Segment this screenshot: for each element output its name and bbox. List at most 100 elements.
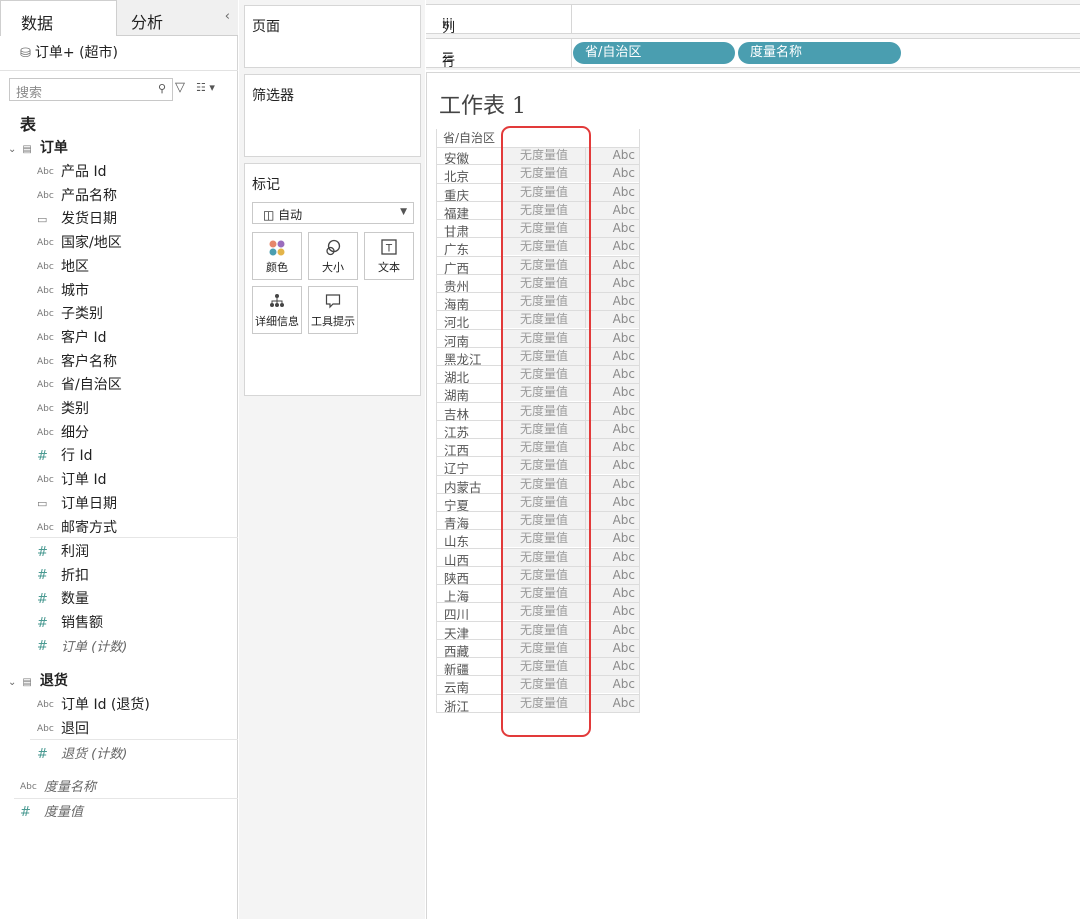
detail-button[interactable]: 详细信息 — [252, 286, 302, 334]
worksheet-title: 工作表 1 — [439, 94, 526, 119]
field-item[interactable]: # 折扣 — [37, 565, 89, 587]
columns-shelf[interactable]: iii 列 — [426, 4, 1080, 36]
field-item[interactable]: Abc 退回 — [37, 718, 89, 740]
field-item[interactable]: Abc 订单 Id (退货) — [37, 694, 150, 716]
table-icon: ▤ — [22, 144, 32, 155]
abc-cell: Abc — [586, 694, 639, 712]
tooltip-label: 工具提示 — [311, 315, 355, 328]
worksheet[interactable]: 工作表 1 省/自治区 安徽 无度量值 Abc 北京 无度量值 Abc 重庆 无度量值 Abc 福… — [426, 72, 1080, 919]
grid-line — [639, 129, 640, 713]
tooltip-button[interactable]: 工具提示 — [308, 286, 358, 334]
field-item[interactable]: # 利润 — [37, 541, 89, 563]
columns-shelf-label: iii 列 — [426, 5, 572, 36]
province-cell: 北京 — [444, 169, 470, 185]
text-label: 文本 — [378, 261, 400, 274]
pages-card[interactable]: 页面 — [244, 5, 421, 68]
field-item[interactable]: # 退货 (计数) — [37, 743, 127, 765]
field-item[interactable]: Abc 城市 — [37, 280, 89, 302]
string-type-icon: Abc — [37, 261, 54, 272]
field-name: 产品 Id — [61, 164, 107, 180]
field-item[interactable]: Abc 子类别 — [37, 303, 103, 325]
field-name: 度量名称 — [44, 780, 97, 795]
field-item[interactable]: Abc 度量名称 — [20, 776, 96, 798]
field-item[interactable]: Abc 细分 — [37, 422, 89, 444]
field-item[interactable]: Abc 地区 — [37, 256, 89, 278]
pill-province[interactable]: 省/自治区 — [573, 42, 735, 64]
table-returns[interactable]: ⌄ ▤ 退货 — [8, 670, 68, 690]
detail-label: 详细信息 — [255, 315, 299, 328]
field-name: 客户 Id — [61, 329, 107, 346]
field-item[interactable]: Abc 客户 Id — [37, 327, 106, 349]
pill-measure-names[interactable]: 度量名称 — [738, 42, 901, 64]
abc-cell: Abc — [586, 329, 639, 347]
field-item[interactable]: Abc 国家/地区 — [37, 232, 122, 254]
size-label: 大小 — [322, 261, 344, 274]
field-item[interactable]: # 销售额 — [37, 612, 103, 634]
field-item[interactable]: # 行 Id — [37, 445, 92, 467]
province-cell: 海南 — [444, 297, 470, 312]
field-name: 省/自治区 — [61, 377, 122, 394]
data-pane: 数据 分析 ‹ ⛁ 订单+ (超市) 搜索 ⚲ ▽ ☷ ▾ 表 ⌄ ▤ 订单 Abc 产品… — [0, 0, 238, 919]
abc-cell: Abc — [586, 256, 639, 274]
string-type-icon: Abc — [37, 723, 54, 734]
field-item[interactable]: # 数量 — [37, 588, 89, 610]
abc-cell: Abc — [586, 457, 639, 475]
calendar-icon: ▭ — [37, 497, 48, 511]
field-item[interactable]: # 订单 (计数) — [37, 636, 127, 658]
search-placeholder: 搜索 — [16, 86, 43, 101]
collapse-pane-icon[interactable]: ‹ — [225, 9, 230, 24]
field-item[interactable]: Abc 客户名称 — [37, 351, 117, 373]
abc-cell: Abc — [586, 220, 639, 237]
text-button[interactable]: T 文本 — [364, 232, 414, 280]
filters-card-title: 筛选器 — [252, 88, 294, 104]
abc-cell: Abc — [586, 658, 639, 675]
abc-cell: Abc — [586, 201, 639, 219]
abc-cell: Abc — [586, 566, 639, 584]
field-item[interactable]: Abc 类别 — [37, 398, 89, 420]
highlight-annotation — [501, 126, 591, 737]
string-type-icon: Abc — [37, 238, 54, 249]
chevron-down-icon: ⌄ — [8, 144, 17, 155]
province-cell: 辽宁 — [444, 461, 470, 477]
province-cell: 上海 — [444, 589, 470, 604]
datasource[interactable]: ⛁ 订单+ (超市) — [20, 42, 118, 62]
abc-cell: Abc — [586, 603, 639, 621]
province-cell: 江西 — [444, 443, 470, 458]
mark-type-select[interactable]: ◫ 自动 ▼ — [252, 202, 414, 224]
abc-cell: Abc — [586, 420, 639, 438]
abc-cell: Abc — [586, 402, 639, 420]
field-item[interactable]: Abc 订单 Id — [37, 469, 106, 491]
field-name: 退货 (计数) — [61, 747, 128, 762]
province-cell: 青海 — [444, 516, 470, 531]
abc-cell: Abc — [586, 512, 639, 529]
field-item[interactable]: ▭ 发货日期 — [37, 208, 117, 230]
abc-cell: Abc — [586, 147, 639, 164]
detail-icon — [253, 293, 301, 313]
rows-shelf[interactable]: ☰ 行 省/自治区 度量名称 — [426, 38, 1080, 70]
chevron-down-icon: ⌄ — [8, 677, 17, 688]
field-item[interactable]: ▭ 订单日期 — [37, 493, 117, 515]
filter-icon[interactable]: ▽ — [175, 80, 185, 95]
tab-data[interactable]: 数据 — [0, 0, 117, 36]
tab-analysis[interactable]: 分析 ‹ — [117, 0, 238, 36]
string-type-icon: Abc — [37, 522, 54, 533]
column-header-province[interactable]: 省/自治区 — [443, 129, 495, 146]
rows-shelf-label: ☰ 行 — [426, 39, 572, 70]
province-cell: 浙江 — [444, 698, 470, 714]
field-item[interactable]: Abc 产品名称 — [37, 185, 117, 207]
filters-card[interactable]: 筛选器 — [244, 74, 421, 157]
string-type-icon: Abc — [37, 475, 54, 486]
field-item[interactable]: Abc 省/自治区 — [37, 374, 122, 396]
size-button[interactable]: 大小 — [308, 232, 358, 280]
color-button[interactable]: 颜色 — [252, 232, 302, 280]
search-input[interactable]: 搜索 ⚲ — [9, 78, 173, 101]
province-cell: 西藏 — [444, 643, 470, 659]
field-item[interactable]: # 度量值 — [20, 801, 83, 823]
columns-label: 列 — [442, 21, 456, 36]
view-options-icon[interactable]: ☷ ▾ — [196, 81, 215, 94]
table-orders[interactable]: ⌄ ▤ 订单 — [8, 137, 68, 157]
field-item[interactable]: Abc 产品 Id — [37, 161, 106, 183]
field-item[interactable]: Abc 邮寄方式 — [37, 517, 117, 539]
search-icon: ⚲ — [157, 82, 166, 95]
field-name: 细分 — [61, 424, 89, 441]
